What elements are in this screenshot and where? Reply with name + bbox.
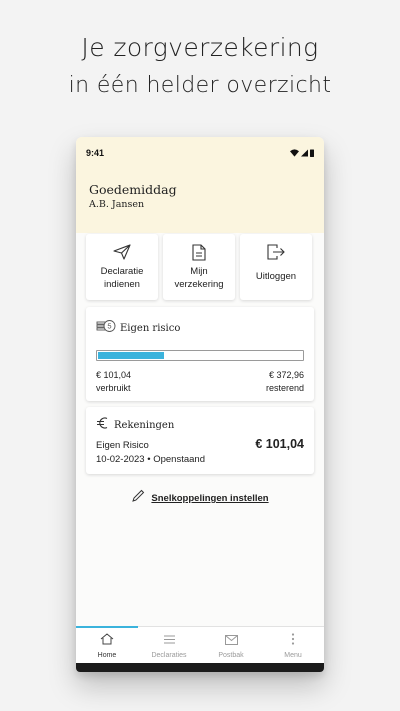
bottom-navigation: Home Declaraties Postbak Menu <box>76 626 324 663</box>
paper-plane-icon <box>113 243 131 261</box>
phone-screen: 9:41 Goedemiddag A.B. Jansen Declaratie … <box>76 137 324 672</box>
used-amount: € 101,04 <box>96 370 132 380</box>
user-name: A.B. Jansen <box>89 199 145 210</box>
battery-icon <box>310 149 314 157</box>
remaining-amount: € 372,96 <box>268 370 304 380</box>
promo-line-1: Je zorgverzekering <box>81 33 319 62</box>
rekening-name: Eigen Risico <box>96 440 149 451</box>
nav-postbak-label: Postbak <box>218 651 244 659</box>
system-icons <box>290 149 314 157</box>
active-tab-indicator <box>76 626 138 628</box>
nav-home[interactable]: Home <box>76 627 138 663</box>
rekening-date: 10-02-2023 <box>96 454 145 465</box>
nav-declaraties[interactable]: Declaraties <box>138 627 200 663</box>
nav-menu-label: Menu <box>284 651 302 659</box>
remaining-label: resterend <box>265 383 304 393</box>
list-icon <box>163 632 176 650</box>
status-time: 9:41 <box>86 148 105 158</box>
home-icon <box>100 632 114 650</box>
coins-icon: 5 <box>96 319 116 338</box>
status-bar: 9:41 <box>76 137 324 169</box>
eigen-risico-card[interactable]: 5 Eigen risico € 101,04 verbruikt € 372,… <box>86 307 314 401</box>
wifi-icon <box>290 149 299 157</box>
rekening-status: Openstaand <box>153 454 205 465</box>
nav-postbak[interactable]: Postbak <box>200 627 262 663</box>
mail-icon <box>224 632 238 650</box>
mijn-verzekering-label: Mijn verzekering <box>174 266 224 290</box>
rekening-amount: € 101,04 <box>255 437 304 451</box>
eigen-risico-progress <box>96 350 304 361</box>
greeting-text: Goedemiddag <box>89 182 177 197</box>
uitloggen-label: Uitloggen <box>255 271 297 282</box>
eigen-risico-progress-fill <box>98 352 165 359</box>
used-label: verbruikt <box>96 383 131 393</box>
mijn-verzekering-button[interactable]: Mijn verzekering <box>163 234 235 300</box>
uitloggen-button[interactable]: Uitloggen <box>240 234 312 300</box>
rekening-meta: 10-02-2023 • Openstaand <box>86 451 314 465</box>
pencil-icon <box>131 489 145 508</box>
eigen-risico-title: Eigen risico <box>120 323 181 334</box>
logout-icon <box>267 243 285 261</box>
nav-declaraties-label: Declaraties <box>151 651 187 659</box>
snelkoppelingen-label: Snelkoppelingen instellen <box>151 493 269 504</box>
app-header: 9:41 Goedemiddag A.B. Jansen <box>76 137 324 233</box>
declaratie-indienen-button[interactable]: Declaratie indienen <box>86 234 158 300</box>
declaratie-indienen-label: Declaratie indienen <box>100 266 144 290</box>
nav-home-label: Home <box>97 651 117 659</box>
rekeningen-card[interactable]: Rekeningen Eigen Risico € 101,04 10-02-2… <box>86 407 314 474</box>
more-vertical-icon <box>291 632 295 650</box>
rekeningen-title: Rekeningen <box>114 420 175 431</box>
promo-headline: Je zorgverzekering in één helder overzic… <box>0 30 400 104</box>
document-icon <box>192 243 206 261</box>
signal-icon <box>301 149 308 157</box>
quick-actions: Declaratie indienen Mijn verzekering Uit… <box>86 234 314 300</box>
nav-menu[interactable]: Menu <box>262 627 324 663</box>
svg-text:5: 5 <box>107 322 111 331</box>
euro-icon <box>96 416 110 435</box>
snelkoppelingen-link[interactable]: Snelkoppelingen instellen <box>76 489 324 508</box>
promo-line-2: in één helder overzicht <box>68 73 332 98</box>
